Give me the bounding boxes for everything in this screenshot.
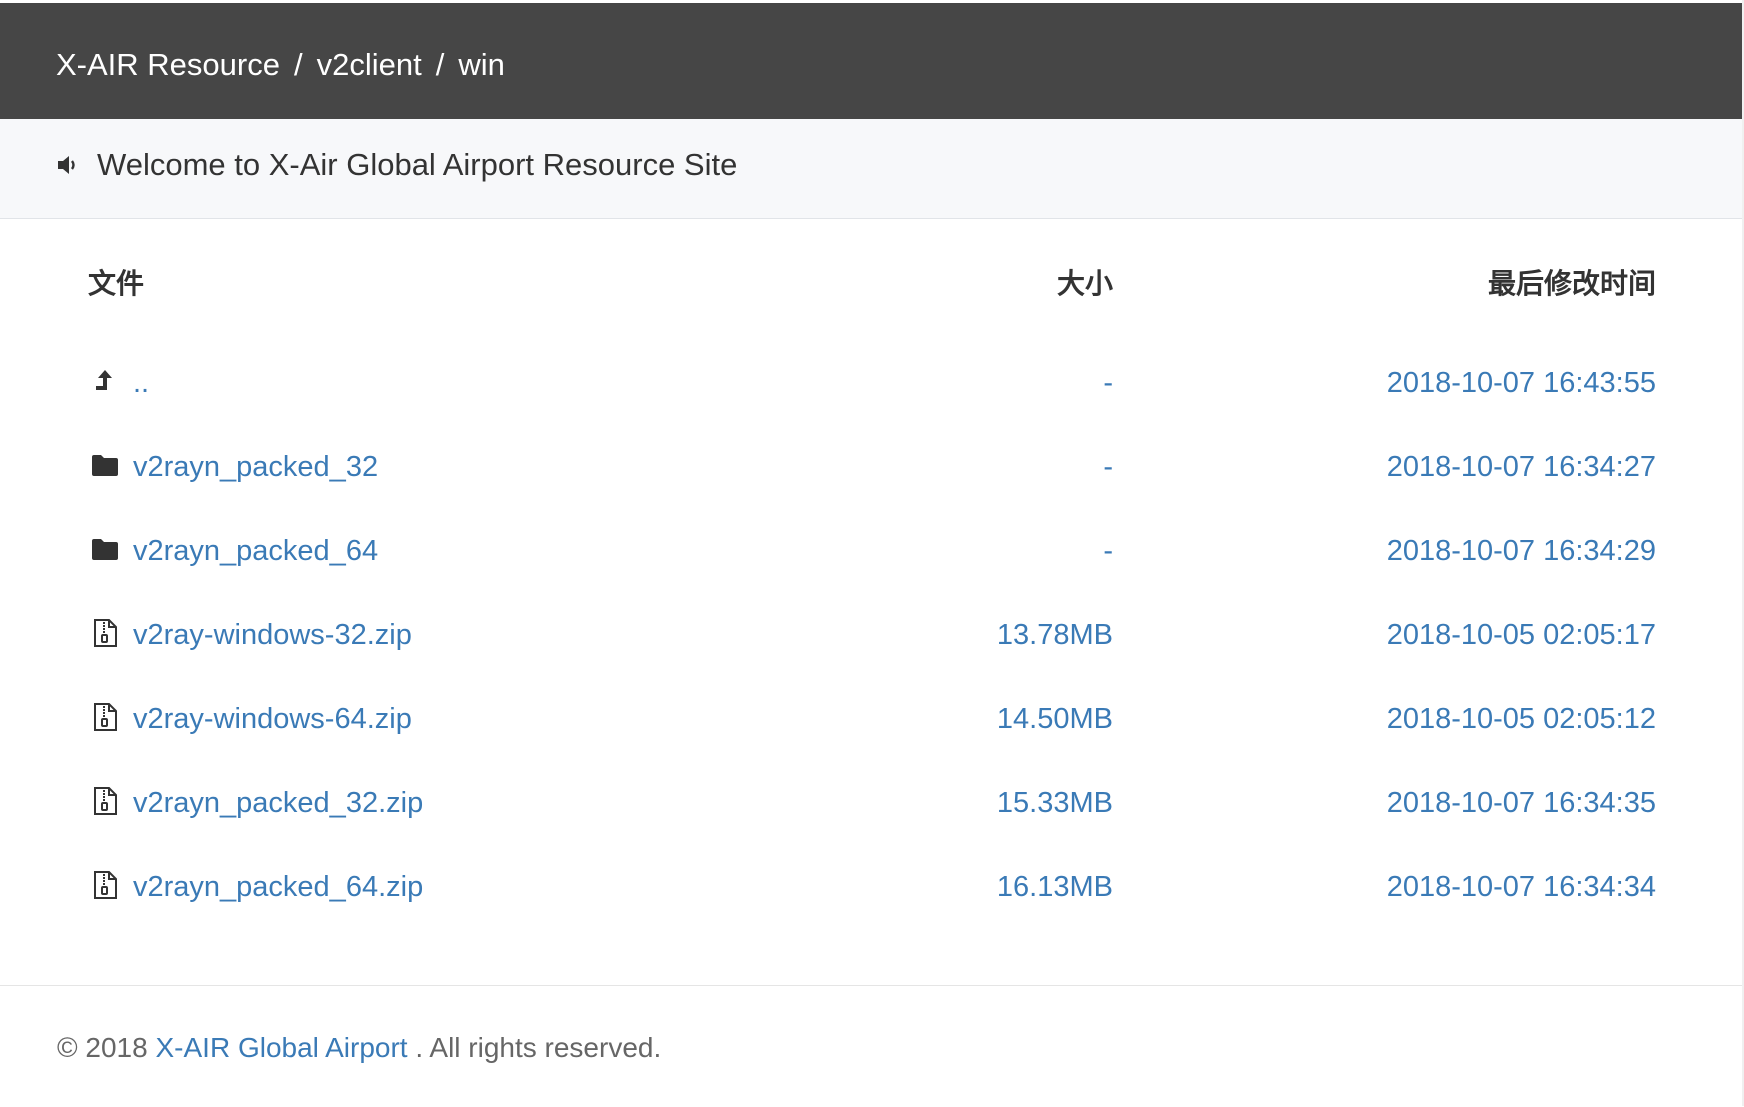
breadcrumb-separator: / [435,47,445,82]
file-size: - [1103,367,1113,399]
file-size: 16.13MB [996,871,1113,903]
zip-file-icon [94,619,117,647]
footer-prefix: © 2018 [57,1032,148,1063]
file-modified: 2018-10-07 16:34:29 [1386,535,1656,567]
notice-text: Welcome to X-Air Global Airport Resource… [97,147,738,182]
table-row: v2rayn_packed_64 - 2018-10-07 16:34:29 [0,511,1744,595]
breadcrumb-v2client[interactable]: v2client [317,47,422,82]
file-link[interactable]: v2rayn_packed_64.zip [133,868,423,906]
column-header-modified: 最后修改时间 [1487,267,1656,300]
breadcrumb-root[interactable]: X-AIR Resource [56,47,280,82]
zip-file-icon [94,787,117,815]
folder-icon [92,455,118,476]
table-row: v2ray-windows-32.zip 13.78MB 2018-10-05 … [0,595,1744,679]
file-modified: 2018-10-07 16:34:27 [1386,451,1656,483]
table-row: v2ray-windows-64.zip 14.50MB 2018-10-05 … [0,679,1744,763]
file-size: 13.78MB [996,619,1113,651]
file-size: 15.33MB [996,787,1113,819]
parent-dir-icon [96,370,112,390]
breadcrumb-win[interactable]: win [458,47,505,82]
file-modified: 2018-10-05 02:05:12 [1386,703,1656,735]
file-link[interactable]: v2ray-windows-32.zip [133,616,412,654]
zip-file-icon [94,871,117,899]
speaker-icon [58,156,75,174]
column-header-size: 大小 [1056,267,1113,300]
footer-copyright: © 2018 X-AIR Global Airport . All rights… [57,1029,661,1067]
page: X-AIR Resource / v2client / win Welcome to X… [0,0,1744,1107]
table-row: v2rayn_packed_32 - 2018-10-07 16:34:27 [0,427,1744,511]
file-size: - [1103,451,1113,483]
file-modified: 2018-10-07 16:34:34 [1386,871,1656,903]
breadcrumb-separator: / [293,47,303,82]
file-size: 14.50MB [996,703,1113,735]
footer-brand-link[interactable]: X-AIR Global Airport [155,1032,407,1063]
file-modified: 2018-10-07 16:43:55 [1386,367,1656,399]
file-link[interactable]: .. [133,364,149,402]
breadcrumb: X-AIR Resource / v2client / win [56,46,505,84]
zip-file-icon [94,703,117,731]
table-row: .. - 2018-10-07 16:43:55 [0,343,1744,427]
column-header-file: 文件 [88,267,145,300]
footer-suffix: . All rights reserved. [415,1032,662,1063]
file-link[interactable]: v2rayn_packed_64 [133,532,378,570]
folder-icon [92,539,118,560]
file-modified: 2018-10-07 16:34:35 [1386,787,1656,819]
file-link[interactable]: v2rayn_packed_32.zip [133,784,423,822]
file-size: - [1103,535,1113,567]
file-link[interactable]: v2ray-windows-64.zip [133,700,412,738]
file-link[interactable]: v2rayn_packed_32 [133,448,378,486]
table-row: v2rayn_packed_64.zip 16.13MB 2018-10-07 … [0,847,1744,931]
file-modified: 2018-10-05 02:05:17 [1386,619,1656,651]
table-row: v2rayn_packed_32.zip 15.33MB 2018-10-07 … [0,763,1744,847]
